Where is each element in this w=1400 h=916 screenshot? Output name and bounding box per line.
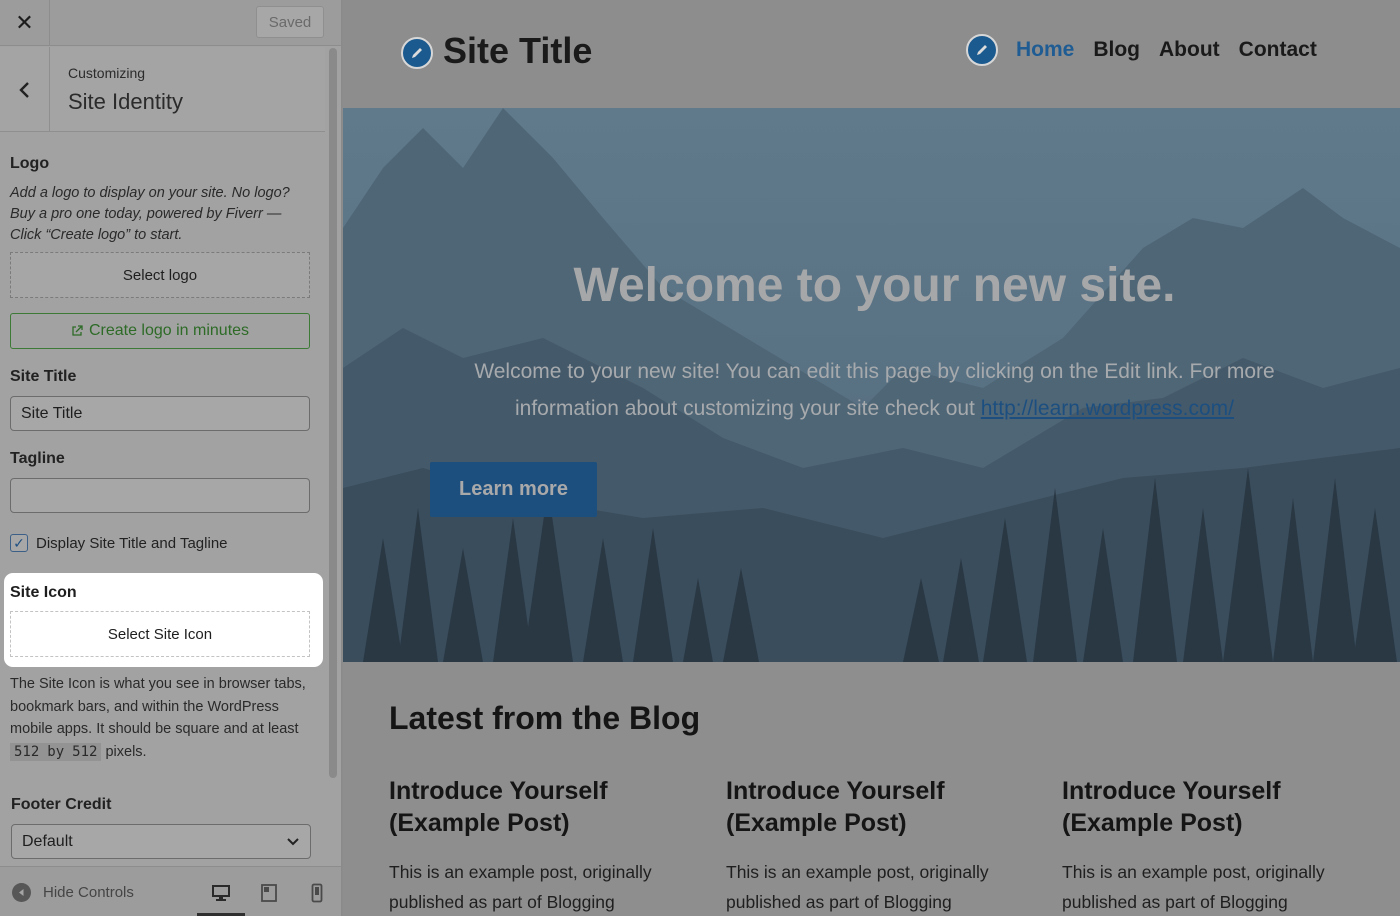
nav-item-blog[interactable]: Blog <box>1093 38 1140 62</box>
site-icon-desc-suffix: pixels. <box>105 743 147 760</box>
pencil-icon <box>977 45 987 55</box>
chevron-down-icon <box>287 837 299 845</box>
footer-credit-label: Footer Credit <box>11 796 112 813</box>
section-header: Customizing Site Identity <box>0 47 325 132</box>
create-logo-button[interactable]: Create logo in minutes <box>10 313 310 349</box>
size-width: 512 <box>10 742 44 761</box>
menu-edit-shortcut[interactable] <box>966 34 998 66</box>
display-title-tagline-checkbox[interactable]: ✓ <box>10 534 28 552</box>
pencil-icon <box>412 48 422 58</box>
back-button[interactable] <box>0 47 50 132</box>
select-logo-button[interactable]: Select logo <box>10 252 310 298</box>
site-icon-section: Site Icon Select Site Icon <box>4 573 323 667</box>
customizer-sidebar: ✕ Saved Customizing Site Identity Logo A… <box>0 0 342 916</box>
logo-label: Logo <box>10 155 50 172</box>
tagline-input[interactable] <box>10 478 310 513</box>
post-card: Introduce Yourself (Example Post) This i… <box>726 775 1026 916</box>
site-title[interactable]: Site Title <box>443 30 592 72</box>
site-preview: Site Title Home Blog About Contact Welco… <box>343 0 1400 916</box>
display-title-tagline-label: Display Site Title and Tagline <box>36 534 228 552</box>
chevron-left-icon <box>18 81 29 98</box>
site-title-edit-shortcut[interactable] <box>401 37 433 69</box>
hero-title: Welcome to your new site. <box>573 259 1176 312</box>
post-title[interactable]: Introduce Yourself (Example Post) <box>726 775 1026 839</box>
footer-credit-value: Default <box>22 832 73 850</box>
create-logo-label: Create logo in minutes <box>88 322 250 339</box>
scrollbar[interactable] <box>329 48 337 778</box>
external-link-icon <box>72 325 83 336</box>
collapse-icon <box>12 883 31 902</box>
site-icon-description: The Site Icon is what you see in browser… <box>10 673 310 763</box>
learn-wordpress-link[interactable]: http://learn.wordpress.com/ <box>981 397 1234 420</box>
customizer-topbar: ✕ Saved <box>0 0 341 46</box>
hero-text: Welcome to your new site! You can edit t… <box>433 353 1316 427</box>
learn-more-button[interactable]: Learn more <box>430 462 597 517</box>
site-icon-label: Site Icon <box>10 584 77 601</box>
nav-item-home[interactable]: Home <box>1016 38 1074 62</box>
saved-button[interactable]: Saved <box>256 6 324 38</box>
breadcrumb: Customizing <box>68 65 146 81</box>
primary-nav: Home Blog About Contact <box>1016 38 1317 62</box>
blog-heading: Latest from the Blog <box>389 700 701 736</box>
post-excerpt: This is an example post, originally publ… <box>726 862 989 912</box>
site-header: Site Title Home Blog About Contact <box>343 0 1400 108</box>
mobile-icon[interactable] <box>305 881 329 905</box>
section-title: Site Identity <box>68 89 183 114</box>
post-excerpt: This is an example post, originally publ… <box>389 862 652 912</box>
hide-controls-button[interactable]: Hide Controls <box>12 883 134 902</box>
logo-description: Add a logo to display on your site. No l… <box>10 185 290 243</box>
size-by: by <box>43 742 69 761</box>
post-title[interactable]: Introduce Yourself (Example Post) <box>1062 775 1362 839</box>
checkmark-icon: ✓ <box>13 534 25 551</box>
hero-cover: Welcome to your new site. Welcome to you… <box>343 108 1400 662</box>
size-height: 512 <box>68 742 102 761</box>
nav-item-contact[interactable]: Contact <box>1239 38 1317 62</box>
post-excerpt: This is an example post, originally publ… <box>1062 862 1325 912</box>
display-title-tagline-row: ✓ Display Site Title and Tagline <box>10 534 228 552</box>
select-site-icon-button[interactable]: Select Site Icon <box>10 611 310 657</box>
site-title-label: Site Title <box>10 368 77 385</box>
post-card: Introduce Yourself (Example Post) This i… <box>389 775 689 916</box>
post-title[interactable]: Introduce Yourself (Example Post) <box>389 775 689 839</box>
hide-controls-label: Hide Controls <box>43 884 134 901</box>
customizer-footer: Hide Controls <box>0 866 341 916</box>
post-card: Introduce Yourself (Example Post) This i… <box>1062 775 1362 916</box>
desktop-icon[interactable] <box>209 881 233 905</box>
site-icon-desc-text: The Site Icon is what you see in browser… <box>10 676 306 737</box>
close-button[interactable]: ✕ <box>0 0 50 46</box>
site-title-input[interactable]: Site Title <box>10 396 310 431</box>
nav-item-about[interactable]: About <box>1159 38 1220 62</box>
close-icon: ✕ <box>15 10 34 35</box>
tagline-label: Tagline <box>10 450 65 467</box>
tablet-icon[interactable] <box>257 881 281 905</box>
footer-credit-select[interactable]: Default <box>11 824 311 859</box>
